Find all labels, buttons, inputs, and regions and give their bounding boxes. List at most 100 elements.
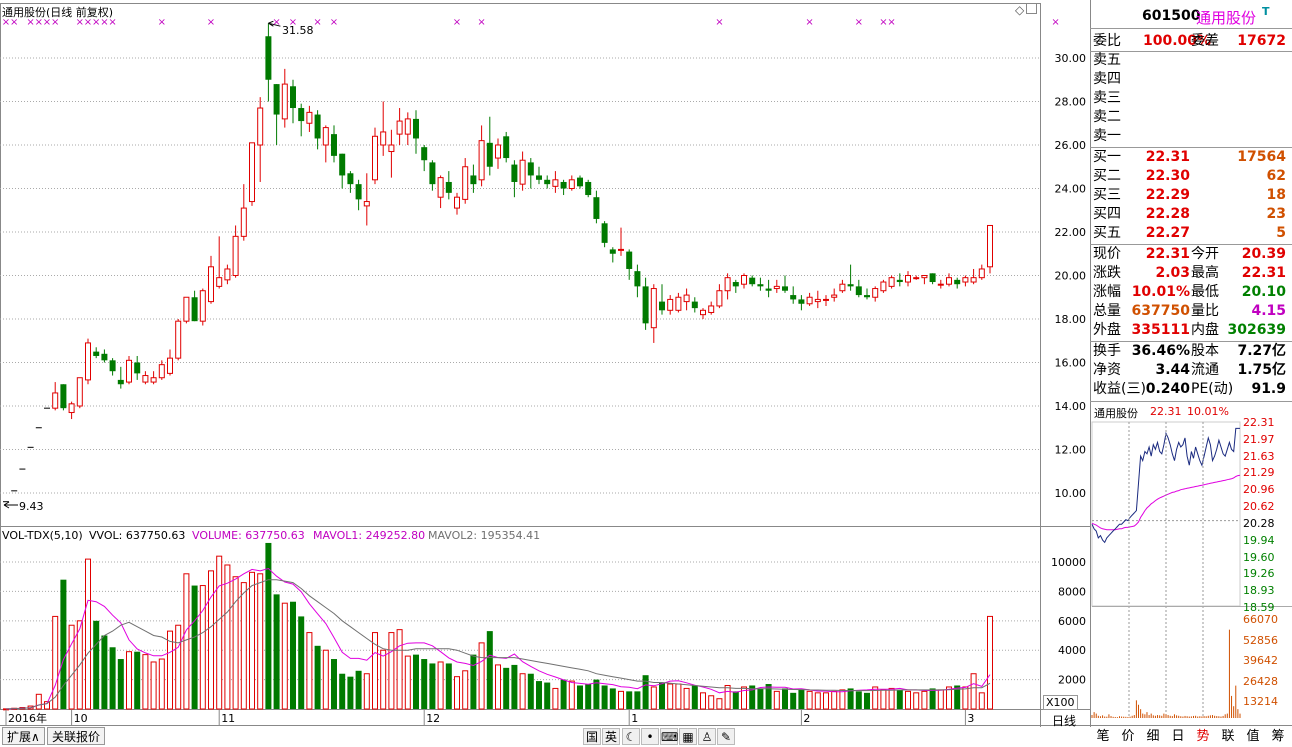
stat-row[interactable]: 净资 3.44 流通 1.75亿 [1093, 361, 1290, 380]
volume-bar-down [503, 667, 510, 709]
buy-level-row[interactable]: 买二 22.30 62 [1093, 167, 1290, 186]
candle-body-down [503, 136, 510, 159]
volume-bar-down [634, 691, 641, 709]
buy-level-row[interactable]: 买一 22.31 17564 [1093, 148, 1290, 167]
keyboard-icon[interactable]: ⌨ [660, 728, 678, 745]
panel-tab[interactable]: 值 [1242, 728, 1264, 746]
quote-value: 335111 [1131, 322, 1190, 338]
buy-level-volume: 18 [1266, 187, 1286, 203]
candle-body-down [355, 184, 362, 200]
person-icon[interactable]: ♙ [698, 728, 716, 745]
candle-body-down [511, 164, 518, 182]
volume-bar-down [470, 654, 477, 709]
candle-body-up [175, 320, 182, 359]
volume-bar-up [839, 689, 846, 710]
mini-volume-tick: 39642 [1243, 654, 1278, 667]
candle-body-up [388, 144, 395, 153]
moon-icon[interactable]: ☾ [622, 728, 640, 745]
sell-level-label: 卖二 [1093, 109, 1121, 125]
mini-price-tick: 21.29 [1243, 466, 1275, 480]
candle-body-down [117, 379, 124, 385]
panel-tab[interactable]: 势 [1192, 728, 1214, 746]
candle-body-up [216, 277, 223, 287]
quote-row[interactable]: 现价 22.31 今开 20.39 [1093, 245, 1290, 264]
dot-icon[interactable]: • [641, 728, 659, 745]
candle-body-up [85, 342, 91, 381]
volume-bar-up [806, 690, 813, 710]
panel-tab[interactable]: 笔 [1092, 728, 1114, 746]
buy-level-volume: 17564 [1237, 149, 1286, 165]
y-tick-label: 20.00 [1055, 270, 1087, 283]
panel-tab[interactable]: 联 [1217, 728, 1239, 746]
y-tick-label: 12.00 [1055, 444, 1087, 457]
candle-body-up [322, 127, 329, 146]
buy-level-row[interactable]: 买五 22.27 5 [1093, 224, 1290, 243]
quote-row[interactable]: 外盘 335111 内盘 302639 [1093, 321, 1290, 340]
grid-icon[interactable]: ▦ [679, 728, 697, 745]
weibi-row: 委比 100.00% 委差 17672 [1093, 33, 1286, 49]
buy-level-row[interactable]: 买三 22.29 18 [1093, 186, 1290, 205]
period-label[interactable]: 日线 [1052, 712, 1076, 729]
tab-expand[interactable]: 扩展∧ [2, 727, 45, 745]
quote-row[interactable]: 涨幅 10.01% 最低 20.10 [1093, 283, 1290, 302]
sell-level-row[interactable]: 卖四 [1093, 70, 1290, 89]
y-tick-label: 22.00 [1055, 226, 1087, 239]
volume-bar-up [249, 571, 255, 710]
panel-tab[interactable]: 日 [1167, 728, 1189, 746]
volume-bar-down [511, 664, 518, 709]
candle-body-up [708, 305, 715, 313]
candle-body-up [150, 377, 157, 383]
candle-body-down [790, 295, 797, 300]
quote-row[interactable]: 总量 637750 量比 4.15 [1093, 302, 1290, 321]
quote-label: 总量 [1093, 303, 1121, 319]
volume-bar-up [495, 664, 501, 710]
sell-level-row[interactable]: 卖二 [1093, 108, 1290, 127]
volume-bar-up [240, 582, 247, 710]
volume-bar-down [331, 659, 337, 709]
panel-tab[interactable]: 细 [1142, 728, 1164, 746]
candle-body-up [650, 288, 657, 329]
candle-body-down [273, 84, 280, 115]
quote-row[interactable]: 涨跌 2.03 最高 22.31 [1093, 264, 1290, 283]
panel-tab[interactable]: 筹 [1267, 728, 1289, 746]
stat-value: 1.75亿 [1237, 362, 1286, 378]
mini-price-tick: 20.28 [1243, 516, 1275, 530]
sell-level-row[interactable]: 卖一 [1093, 127, 1290, 146]
stat-row[interactable]: 换手 36.46% 股本 7.27亿 [1093, 342, 1290, 361]
candle-body-up [462, 166, 469, 200]
sell-level-row[interactable]: 卖五 [1093, 51, 1290, 70]
quote-label: 今开 [1191, 246, 1219, 262]
stat-label: 股本 [1191, 343, 1219, 359]
ime-chinese-toggle[interactable]: 国 [583, 728, 601, 745]
diamond-icon[interactable]: ◇ [1015, 3, 1024, 17]
stock-name[interactable]: 通用股份 [1196, 7, 1256, 28]
sell-level-row[interactable]: 卖三 [1093, 89, 1290, 108]
volume-bar-up [257, 573, 264, 710]
ime-english-toggle[interactable]: 英 [602, 728, 620, 745]
quote-label: 涨跌 [1093, 265, 1121, 281]
buy-level-row[interactable]: 买四 22.28 23 [1093, 205, 1290, 224]
stat-row[interactable]: 收益(三) 0.240 PE(动) 91.9 [1093, 380, 1290, 399]
volume-bar-up [85, 558, 91, 710]
date-label: 10 [74, 712, 88, 725]
volume-bar-up [322, 649, 329, 710]
volume-bar-down [577, 685, 583, 709]
volume-bar-down [855, 691, 862, 709]
panel-tab[interactable]: 价 [1117, 728, 1139, 746]
candle-body-up [831, 294, 838, 298]
date-label: 2016年 [8, 711, 47, 725]
quote-label: 最低 [1191, 284, 1219, 300]
volume-bar-up [675, 683, 682, 710]
vol-tick-label: 10000 [1051, 556, 1086, 569]
candle-body-up [823, 298, 829, 301]
candle-body-up [142, 375, 149, 383]
candle-body-up [987, 224, 993, 268]
tab-related-quotes[interactable]: 关联报价 [47, 727, 106, 745]
buy-level-price: 22.30 [1145, 168, 1190, 184]
candle-body-down [782, 286, 788, 291]
window-toggle-icon[interactable] [1026, 3, 1037, 14]
volume-bar-up [142, 654, 149, 710]
t-tag: T [1262, 5, 1270, 18]
vol-indicator-name[interactable]: VOL-TDX(5,10) [2, 529, 83, 542]
wrench-icon[interactable]: ✎ [717, 728, 735, 745]
